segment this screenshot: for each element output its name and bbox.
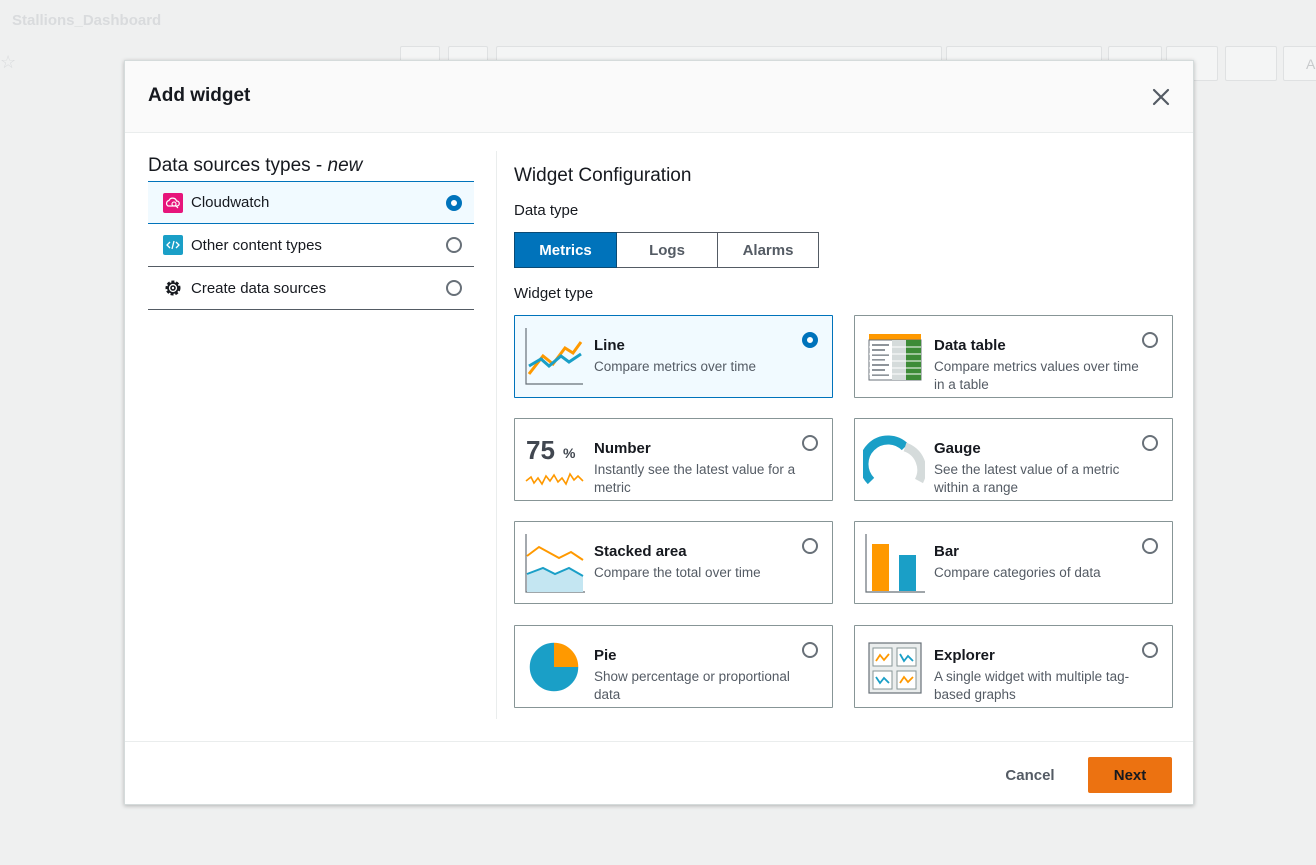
next-button[interactable]: Next [1088, 757, 1172, 793]
number-icon: 75 % [523, 429, 585, 491]
explorer-icon [863, 636, 925, 698]
widget-card-line[interactable]: Line Compare metrics over time [514, 315, 833, 398]
panel-divider [496, 151, 497, 719]
radio-explorer[interactable] [1142, 642, 1158, 658]
widget-card-data-table[interactable]: Data table Compare metrics values over t… [854, 315, 1173, 398]
widget-description: Compare metrics values over time in a ta… [934, 359, 1139, 392]
widget-card-number[interactable]: 75 % Number Instantly see the latest val… [514, 418, 833, 501]
widget-title: Pie [594, 647, 617, 664]
widget-description: Compare the total over time [594, 565, 761, 580]
radio-pie[interactable] [802, 642, 818, 658]
toolbar-partial-text: A [1306, 56, 1316, 72]
data-source-label: Cloudwatch [191, 194, 270, 211]
widget-configuration-title: Widget Configuration [514, 165, 692, 186]
stacked-area-icon [523, 532, 585, 594]
widget-description: See the latest value of a metric within … [934, 462, 1120, 495]
radio-data-table[interactable] [1142, 332, 1158, 348]
widget-title: Data table [934, 337, 1006, 354]
radio-create-data-sources[interactable] [446, 280, 462, 296]
data-sources-title: Data sources types - new [148, 155, 363, 176]
data-type-segmented-control: Metrics Logs Alarms [514, 232, 819, 268]
data-source-cloudwatch[interactable]: Cloudwatch [148, 181, 474, 224]
widget-description: Compare categories of data [934, 565, 1101, 580]
radio-other-content[interactable] [446, 237, 462, 253]
fullscreen-button [1225, 46, 1277, 81]
radio-gauge[interactable] [1142, 435, 1158, 451]
footer-divider [125, 741, 1193, 742]
widget-card-explorer[interactable]: Explorer A single widget with multiple t… [854, 625, 1173, 708]
data-type-label: Data type [514, 202, 579, 219]
modal-title: Add widget [148, 85, 251, 106]
new-tag: new [327, 155, 363, 176]
data-type-metrics-button[interactable]: Metrics [514, 232, 617, 268]
add-widget-modal: Add widget Data sources types - new Clou… [124, 60, 1194, 805]
dashboard-title: Stallions_Dashboard [12, 12, 162, 29]
widget-card-pie[interactable]: Pie Show percentage or proportional data [514, 625, 833, 708]
radio-bar[interactable] [1142, 538, 1158, 554]
widget-description: A single widget with multiple tag-based … [934, 669, 1130, 702]
widget-card-stacked-area[interactable]: Stacked area Compare the total over time [514, 521, 833, 604]
widget-title: Stacked area [594, 543, 687, 560]
widget-configuration-panel: Widget Configuration Data type Metrics L… [514, 165, 1173, 708]
bar-chart-icon [863, 532, 925, 594]
radio-cloudwatch[interactable] [446, 195, 462, 211]
widget-card-bar[interactable]: Bar Compare categories of data [854, 521, 1173, 604]
data-sources-panel: Data sources types - new Cloudwatch Othe… [148, 155, 474, 310]
widget-card-gauge[interactable]: Gauge See the latest value of a metric w… [854, 418, 1173, 501]
cancel-button[interactable]: Cancel [995, 758, 1065, 792]
widget-description: Show percentage or proportional data [594, 669, 790, 702]
data-type-alarms-button[interactable]: Alarms [718, 232, 819, 268]
widget-title: Explorer [934, 647, 995, 664]
close-icon[interactable] [1149, 85, 1173, 109]
line-chart-icon [523, 326, 585, 388]
data-source-label: Other content types [191, 236, 322, 254]
widget-title: Line [594, 337, 625, 354]
gauge-icon [859, 429, 927, 491]
widget-title: Bar [934, 543, 960, 560]
data-source-other-content[interactable]: Other content types [148, 224, 474, 267]
modal-header: Add widget [125, 61, 1193, 133]
star-icon: ☆ [0, 52, 17, 72]
pie-chart-icon [523, 636, 585, 698]
widget-type-label: Widget type [514, 285, 594, 302]
cloudwatch-icon [163, 192, 183, 213]
widget-title: Number [594, 440, 651, 457]
data-source-label: Create data sources [191, 279, 327, 297]
widget-description: Instantly see the latest value for a met… [594, 462, 796, 495]
radio-stacked-area[interactable] [802, 538, 818, 554]
data-source-create[interactable]: Create data sources [148, 267, 474, 310]
radio-line[interactable] [802, 332, 818, 348]
code-icon [163, 235, 183, 255]
widget-description: Compare metrics over time [594, 359, 757, 374]
data-type-logs-button[interactable]: Logs [617, 232, 718, 268]
data-table-icon [863, 326, 925, 388]
widget-title: Gauge [934, 440, 981, 457]
gear-icon [163, 278, 183, 298]
radio-number[interactable] [802, 435, 818, 451]
